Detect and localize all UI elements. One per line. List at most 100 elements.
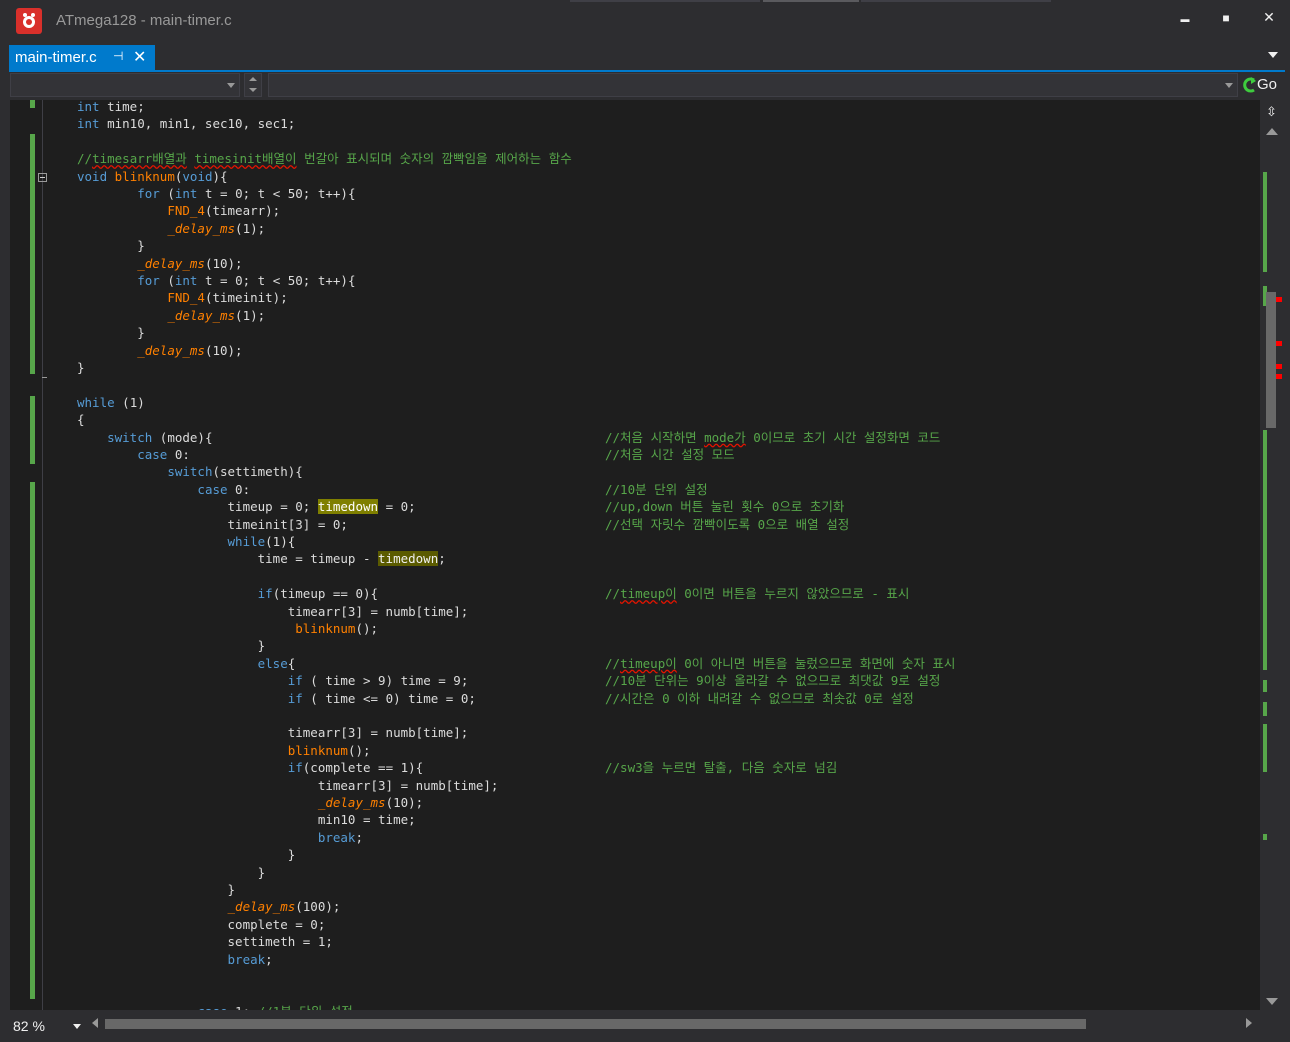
vertical-scrollbar[interactable]: ⇳ — [1260, 100, 1284, 1012]
code-keyword: break — [317, 829, 356, 845]
code-line[interactable]: if ( time > 9) time = 9; — [77, 672, 469, 689]
code-line[interactable]: if(timeup == 0){ — [77, 585, 378, 602]
code-keyword: while — [77, 394, 115, 410]
code-line[interactable]: timeinit[3] = 0; — [77, 516, 348, 533]
maximize-button[interactable]: ■ — [1211, 6, 1241, 28]
code-line[interactable]: case 0: — [77, 481, 250, 498]
code-line[interactable]: while(1){ — [77, 533, 296, 550]
code-line[interactable]: if(complete == 1){ — [77, 759, 423, 776]
tab-dropdown-icon[interactable] — [1268, 52, 1278, 58]
code-line[interactable]: } — [77, 359, 85, 376]
trailing-comment[interactable]: //10분 단위는 9이상 올라갈 수 없으므로 최댓값 9로 설정 — [605, 672, 940, 689]
spin-up-icon[interactable] — [249, 77, 257, 81]
go-button[interactable]: Go — [1240, 73, 1284, 97]
code-editor[interactable]: int time; int min10, min1, sec10, sec1; //… — [10, 100, 1260, 1010]
trailing-comment[interactable]: //timeup이 0이 아니면 버튼을 눌렀으므로 화면에 숫자 표시 — [605, 655, 955, 672]
code-line[interactable]: _delay_ms(1); — [77, 220, 265, 237]
code-line[interactable]: int min10, min1, sec10, sec1; — [77, 115, 295, 132]
title-bar: ATmega128 - main-timer.c ▬ ■ ✕ — [0, 0, 1290, 42]
code-line[interactable]: _delay_ms(100); — [77, 898, 341, 915]
code-line[interactable]: case 1: //1분 단위 설정 — [77, 1003, 352, 1010]
trailing-comment[interactable]: //timeup이 0이면 버튼을 누르지 않았으므로 - 표시 — [605, 585, 909, 602]
tab-main-timer-c[interactable]: main-timer.c ⊣ ✕ — [9, 45, 155, 70]
code-line[interactable]: settimeth = 1; — [77, 933, 333, 950]
code-line[interactable]: } — [77, 324, 145, 341]
code-line[interactable]: } — [77, 881, 236, 898]
code-line[interactable]: if ( time <= 0) time = 0; — [77, 690, 476, 707]
trailing-comment[interactable]: //sw3을 누르면 탈출, 다음 숫자로 넘김 — [605, 759, 837, 776]
code-comment: //시간은 0 이하 내려갈 수 없으므로 최솟값 0로 설정 — [605, 690, 914, 706]
code-text: { — [77, 412, 85, 428]
code-line[interactable]: blinknum(); — [77, 620, 378, 637]
code-comment: //처음 시간 설정 모드 — [605, 447, 735, 462]
code-line[interactable]: time = timeup - timedown; — [77, 550, 446, 567]
code-line[interactable]: switch(settimeth){ — [77, 463, 302, 480]
code-line[interactable]: blinknum(); — [77, 742, 371, 759]
code-line[interactable]: min10 = time; — [77, 811, 416, 828]
scope-dropdown[interactable] — [10, 73, 240, 97]
member-dropdown[interactable] — [268, 73, 1238, 97]
code-line[interactable]: FND_4(timeinit); — [77, 289, 287, 306]
code-function: _delay_ms — [317, 795, 386, 810]
code-line[interactable]: break; — [77, 829, 363, 846]
code-line[interactable]: case 0: — [77, 446, 190, 463]
code-line[interactable]: _delay_ms(10); — [77, 255, 242, 272]
scroll-up-arrow-icon[interactable] — [1266, 128, 1278, 135]
scroll-left-arrow-icon[interactable] — [92, 1018, 98, 1028]
trailing-comment[interactable]: //처음 시간 설정 모드 — [605, 446, 735, 463]
code-line[interactable]: _delay_ms(1); — [77, 307, 265, 324]
code-line[interactable]: while (1) — [77, 394, 145, 411]
code-line[interactable]: //timesarr배열과 timesinit배열이 번갈아 표시되며 숫자의 … — [77, 150, 572, 167]
code-text: (); — [355, 621, 379, 636]
trailing-comment[interactable]: //선택 자릿수 깜빡이도록 0으로 배열 설정 — [605, 516, 849, 533]
code-text: ; — [438, 551, 446, 567]
code-line[interactable]: { — [77, 411, 85, 428]
tab-close-icon[interactable]: ✕ — [133, 47, 146, 67]
trailing-comment[interactable]: //처음 시작하면 mode가 0이므로 초기 시간 설정화면 코드 — [605, 429, 940, 446]
scroll-thumb[interactable] — [1266, 292, 1276, 428]
code-line[interactable]: for (int t = 0; t < 50; t++){ — [77, 185, 355, 202]
collapse-toggle-icon[interactable] — [38, 173, 47, 182]
scroll-right-arrow-icon[interactable] — [1246, 1018, 1252, 1028]
code-comment: timeup이 — [620, 586, 677, 602]
code-line[interactable]: timearr[3] = numb[time]; — [77, 603, 469, 620]
code-line[interactable]: _delay_ms(10); — [77, 794, 423, 811]
trailing-comment[interactable]: //up,down 버튼 눌린 횟수 0으로 초기화 — [605, 498, 844, 515]
code-line[interactable]: FND_4(timearr); — [77, 202, 280, 219]
code-line[interactable]: int time; — [77, 100, 145, 115]
code-line[interactable]: switch (mode){ — [77, 429, 212, 446]
code-line[interactable]: else{ — [77, 655, 296, 672]
code-line[interactable]: break; — [77, 951, 273, 968]
pin-icon[interactable]: ⊣ — [113, 49, 123, 63]
code-comment: //처음 시작하면 — [605, 429, 705, 445]
trailing-comment[interactable]: //10분 단위 설정 — [605, 481, 708, 498]
code-line[interactable]: complete = 0; — [77, 916, 326, 933]
minimize-button[interactable]: ▬ — [1170, 6, 1200, 28]
code-text: (mode){ — [152, 429, 213, 445]
scroll-down-arrow-icon[interactable] — [1266, 998, 1278, 1005]
code-line[interactable]: timearr[3] = numb[time]; — [77, 777, 499, 794]
zoom-dropdown[interactable]: 82 % — [10, 1015, 84, 1037]
code-comment: 0이므로 초기 시간 설정화면 코드 — [745, 429, 941, 445]
code-line[interactable]: } — [77, 846, 296, 863]
code-line[interactable]: } — [77, 237, 145, 254]
scope-spinner[interactable] — [244, 73, 262, 97]
code-line[interactable]: } — [77, 637, 266, 654]
code-line[interactable]: _delay_ms(10); — [77, 342, 242, 359]
code-line[interactable]: timearr[3] = numb[time]; — [77, 724, 469, 741]
horizontal-scroll-thumb[interactable] — [105, 1019, 1086, 1029]
code-line[interactable]: void blinknum(void){ — [77, 168, 228, 185]
spin-down-icon[interactable] — [249, 88, 257, 92]
code-line[interactable]: } — [77, 864, 266, 881]
code-line[interactable]: timeup = 0; timedown = 0; — [77, 498, 416, 515]
code-line[interactable]: for (int t = 0; t < 50; t++){ — [77, 272, 355, 289]
code-text: timeup = 0; — [77, 499, 318, 515]
trailing-comment[interactable]: //시간은 0 이하 내려갈 수 없으므로 최솟값 0로 설정 — [605, 690, 914, 707]
close-window-button[interactable]: ✕ — [1254, 6, 1284, 28]
split-handle-icon[interactable]: ⇳ — [1266, 104, 1277, 120]
